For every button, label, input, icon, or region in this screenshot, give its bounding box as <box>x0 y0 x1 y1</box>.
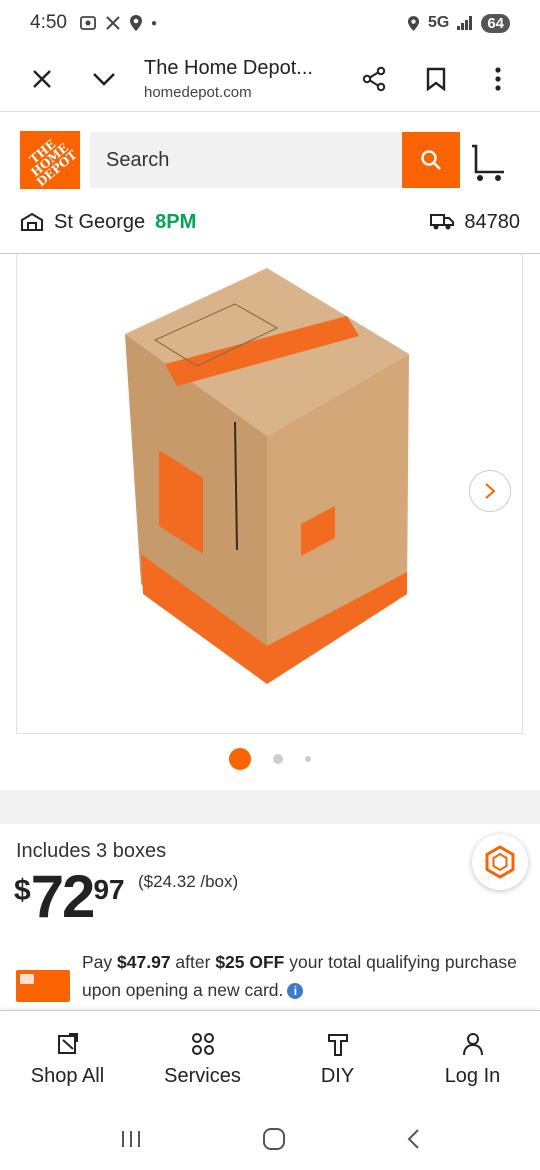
price-currency: $ <box>14 874 31 907</box>
status-bar: 4:50 ● 5G 64 <box>0 0 540 46</box>
page-url: homedepot.com <box>144 83 252 101</box>
cart-icon <box>472 144 504 181</box>
chevron-down-icon <box>93 72 115 86</box>
nav-log-in[interactable]: Log In <box>405 1011 540 1108</box>
delivery-truck-icon <box>430 214 455 230</box>
search-input[interactable]: Search <box>90 132 402 188</box>
unit-price: ($24.32 /box) <box>138 872 239 891</box>
location-icon <box>129 15 142 31</box>
location-icon <box>407 15 420 31</box>
status-notification-icons: ● <box>79 14 157 32</box>
promo-off-amount: $25 OFF <box>215 952 285 972</box>
store-row: St George 8PM 84780 <box>20 208 520 236</box>
nav-label: Services <box>164 1065 241 1087</box>
carousel-dots <box>0 748 540 770</box>
logo-text: THE HOME DEPOT <box>26 136 80 189</box>
share-button[interactable] <box>352 57 396 101</box>
product-image-carousel[interactable] <box>16 254 523 734</box>
user-icon <box>462 1033 483 1056</box>
bookmark-icon <box>426 67 446 91</box>
close-icon <box>33 69 51 88</box>
assistant-hexagon-icon <box>485 845 515 879</box>
search-button[interactable] <box>402 132 460 188</box>
price: $ 72 97 <box>14 866 125 928</box>
more-vert-icon <box>495 66 501 91</box>
carousel-dot-1[interactable] <box>229 748 251 770</box>
services-icon <box>191 1033 214 1055</box>
store-hours: 8PM <box>155 210 197 233</box>
store-name[interactable]: St George <box>54 211 145 234</box>
price-cents: 97 <box>93 874 125 905</box>
bottom-navigation: Shop All Services DIY Log In <box>0 1010 540 1108</box>
credit-card-promo: Pay $47.97 after $25 OFF your total qual… <box>16 944 526 1004</box>
promo-pay-amount: $47.97 <box>117 952 171 972</box>
share-icon <box>362 66 386 91</box>
cart-button[interactable] <box>468 140 508 184</box>
home-icon[interactable] <box>262 1127 286 1151</box>
nav-label: DIY <box>320 1065 355 1087</box>
carousel-dot-2[interactable] <box>273 754 283 764</box>
more-notifications-dot: ● <box>150 17 158 29</box>
site-header: THE HOME DEPOT Search St George 8PM 8478… <box>0 112 540 254</box>
recents-icon[interactable] <box>120 1129 142 1149</box>
collapse-button[interactable] <box>82 57 126 101</box>
zip-code: 84780 <box>464 210 520 233</box>
signal-icon <box>457 16 473 30</box>
status-time: 4:50 <box>30 12 67 33</box>
nav-shop-all[interactable]: Shop All <box>0 1011 135 1108</box>
promo-text: Pay $47.97 after $25 OFF your total qual… <box>82 948 522 1004</box>
delivery-zip[interactable]: 84780 <box>430 211 520 234</box>
bookmark-button[interactable] <box>414 57 458 101</box>
nav-label: Log In <box>444 1065 501 1087</box>
product-image <box>125 268 409 684</box>
diy-icon <box>327 1034 348 1056</box>
screenshot-icon <box>80 16 96 30</box>
battery-icon: 64 <box>481 13 510 33</box>
promo-pay-prefix: Pay <box>82 952 118 972</box>
store-icon <box>21 212 43 231</box>
search-icon <box>421 150 441 170</box>
chevron-right-icon <box>485 483 496 499</box>
includes-text: Includes 3 boxes <box>16 840 167 862</box>
system-navigation <box>0 1108 540 1170</box>
section-divider <box>0 790 540 824</box>
next-image-button[interactable] <box>469 470 511 512</box>
info-icon[interactable]: i <box>287 983 304 1000</box>
back-icon[interactable] <box>406 1128 420 1150</box>
nav-services[interactable]: Services <box>135 1011 270 1108</box>
price-whole: 72 <box>30 863 96 930</box>
close-tab-button[interactable] <box>20 57 64 101</box>
assistant-button[interactable] <box>472 834 528 890</box>
shop-all-icon <box>57 1033 78 1054</box>
promo-after: after <box>170 952 216 972</box>
browser-toolbar: The Home Depot... homedepot.com <box>0 46 540 112</box>
nav-label: Shop All <box>30 1065 105 1087</box>
carousel-dot-3[interactable] <box>305 756 311 762</box>
x-app-icon <box>106 16 120 30</box>
browser-title-area[interactable]: The Home Depot... homedepot.com <box>126 57 352 101</box>
nav-diy[interactable]: DIY <box>270 1011 405 1108</box>
search-placeholder: Search <box>106 148 170 171</box>
page-title: The Home Depot... <box>144 56 313 79</box>
more-options-button[interactable] <box>476 57 520 101</box>
network-type: 5G <box>427 14 450 31</box>
home-depot-logo[interactable]: THE HOME DEPOT <box>20 131 80 189</box>
credit-card-image <box>16 970 70 1002</box>
status-right: 5G 64 <box>407 13 510 33</box>
